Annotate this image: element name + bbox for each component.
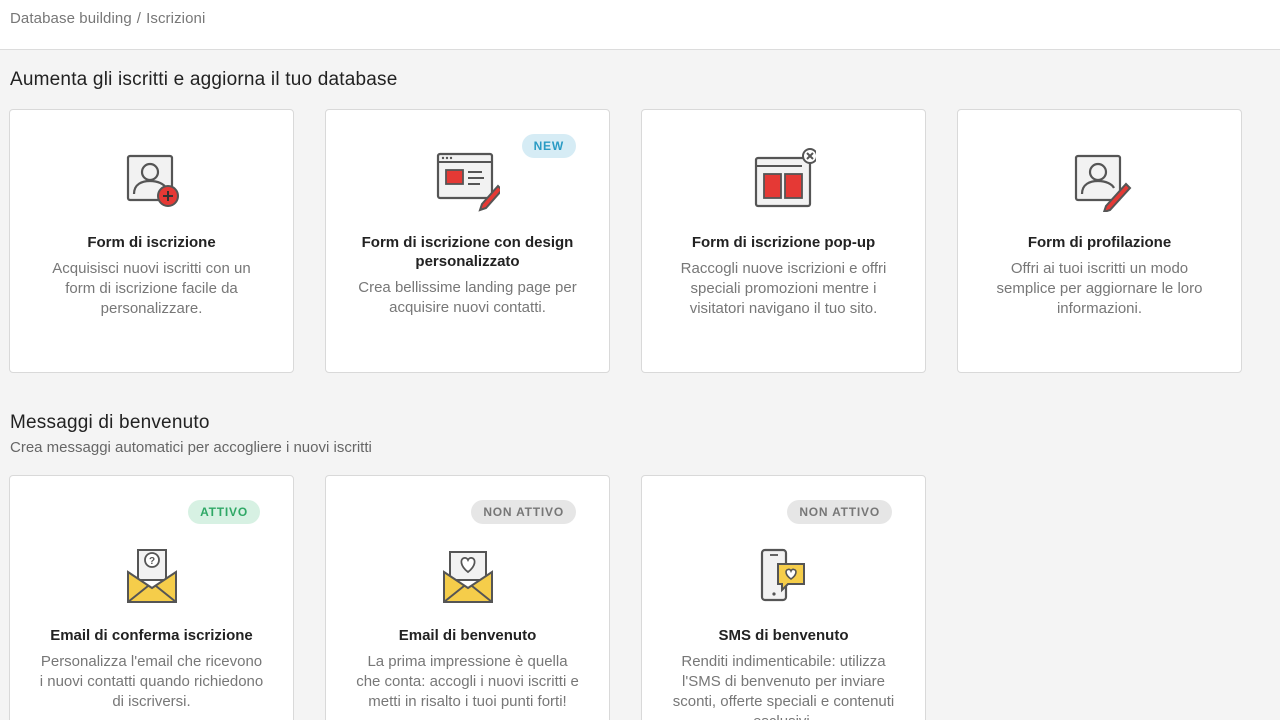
section-subtitle-welcome: Crea messaggi automatici per accogliere … <box>10 439 372 456</box>
card-profiling-form[interactable]: Form di profilazione Offri ai tuoi iscri… <box>957 109 1242 373</box>
card-description: Personalizza l'email che ricevono i nuov… <box>39 653 264 710</box>
card-title: Form di profilazione <box>1027 234 1172 251</box>
card-custom-design-form[interactable]: NEW Form di iscrizione con design person… <box>325 109 610 373</box>
card-description: Renditi indimenticabile: utilizza l'SMS … <box>672 653 895 720</box>
card-title: Email di conferma iscrizione <box>50 627 253 644</box>
user-edit-icon <box>1074 154 1131 212</box>
card-description: Raccogli nuove iscrizioni e offri specia… <box>680 260 887 317</box>
card-popup-form[interactable]: Form di iscrizione pop-up Raccogli nuove… <box>641 109 926 373</box>
card-description: Crea bellissime landing page per acquisi… <box>358 279 577 316</box>
badge-new: NEW <box>521 134 576 158</box>
status-badge: ATTIVO <box>188 500 260 524</box>
popup-window-icon <box>754 148 816 208</box>
user-add-icon <box>126 154 179 207</box>
card-welcome-sms[interactable]: NON ATTIVO SMS di benvenuto Renditi indi… <box>641 475 926 720</box>
card-welcome-email[interactable]: NON ATTIVO Email di benvenuto La prima i… <box>325 475 610 720</box>
svg-text:?: ? <box>148 556 154 567</box>
card-description: La prima impressione è quella che conta:… <box>356 653 579 710</box>
card-title: Email di benvenuto <box>398 627 537 644</box>
section-title-database: Aumenta gli iscritti e aggiorna il tuo d… <box>10 69 398 90</box>
breadcrumb-parent-link[interactable]: Database building <box>10 10 132 27</box>
breadcrumb: Database building / Iscrizioni <box>10 10 205 27</box>
card-title: Form di iscrizione <box>87 234 216 251</box>
card-subscription-form[interactable]: Form di iscrizione Acquisisci nuovi iscr… <box>9 109 294 373</box>
section-title-welcome: Messaggi di benvenuto <box>10 412 210 433</box>
envelope-question-icon: ? <box>126 549 177 603</box>
envelope-heart-icon <box>442 551 493 603</box>
card-description: Acquisisci nuovi iscritti con un form di… <box>52 260 251 317</box>
status-badge: NON ATTIVO <box>471 500 576 524</box>
card-confirmation-email[interactable]: ATTIVO ? Email di conferma iscrizione Pe… <box>9 475 294 720</box>
breadcrumb-separator: / <box>136 10 142 27</box>
card-title: Form di iscrizione pop-up <box>691 234 876 251</box>
top-bar: Database building / Iscrizioni <box>0 0 1280 50</box>
status-badge: NON ATTIVO <box>787 500 892 524</box>
card-title: Form di iscrizione con design personaliz… <box>361 234 574 270</box>
phone-sms-heart-icon <box>760 548 805 602</box>
card-title: SMS di benvenuto <box>718 627 849 644</box>
card-description: Offri ai tuoi iscritti un modo semplice … <box>996 260 1203 317</box>
breadcrumb-current: Iscrizioni <box>146 10 206 27</box>
landing-page-design-icon <box>436 152 500 212</box>
